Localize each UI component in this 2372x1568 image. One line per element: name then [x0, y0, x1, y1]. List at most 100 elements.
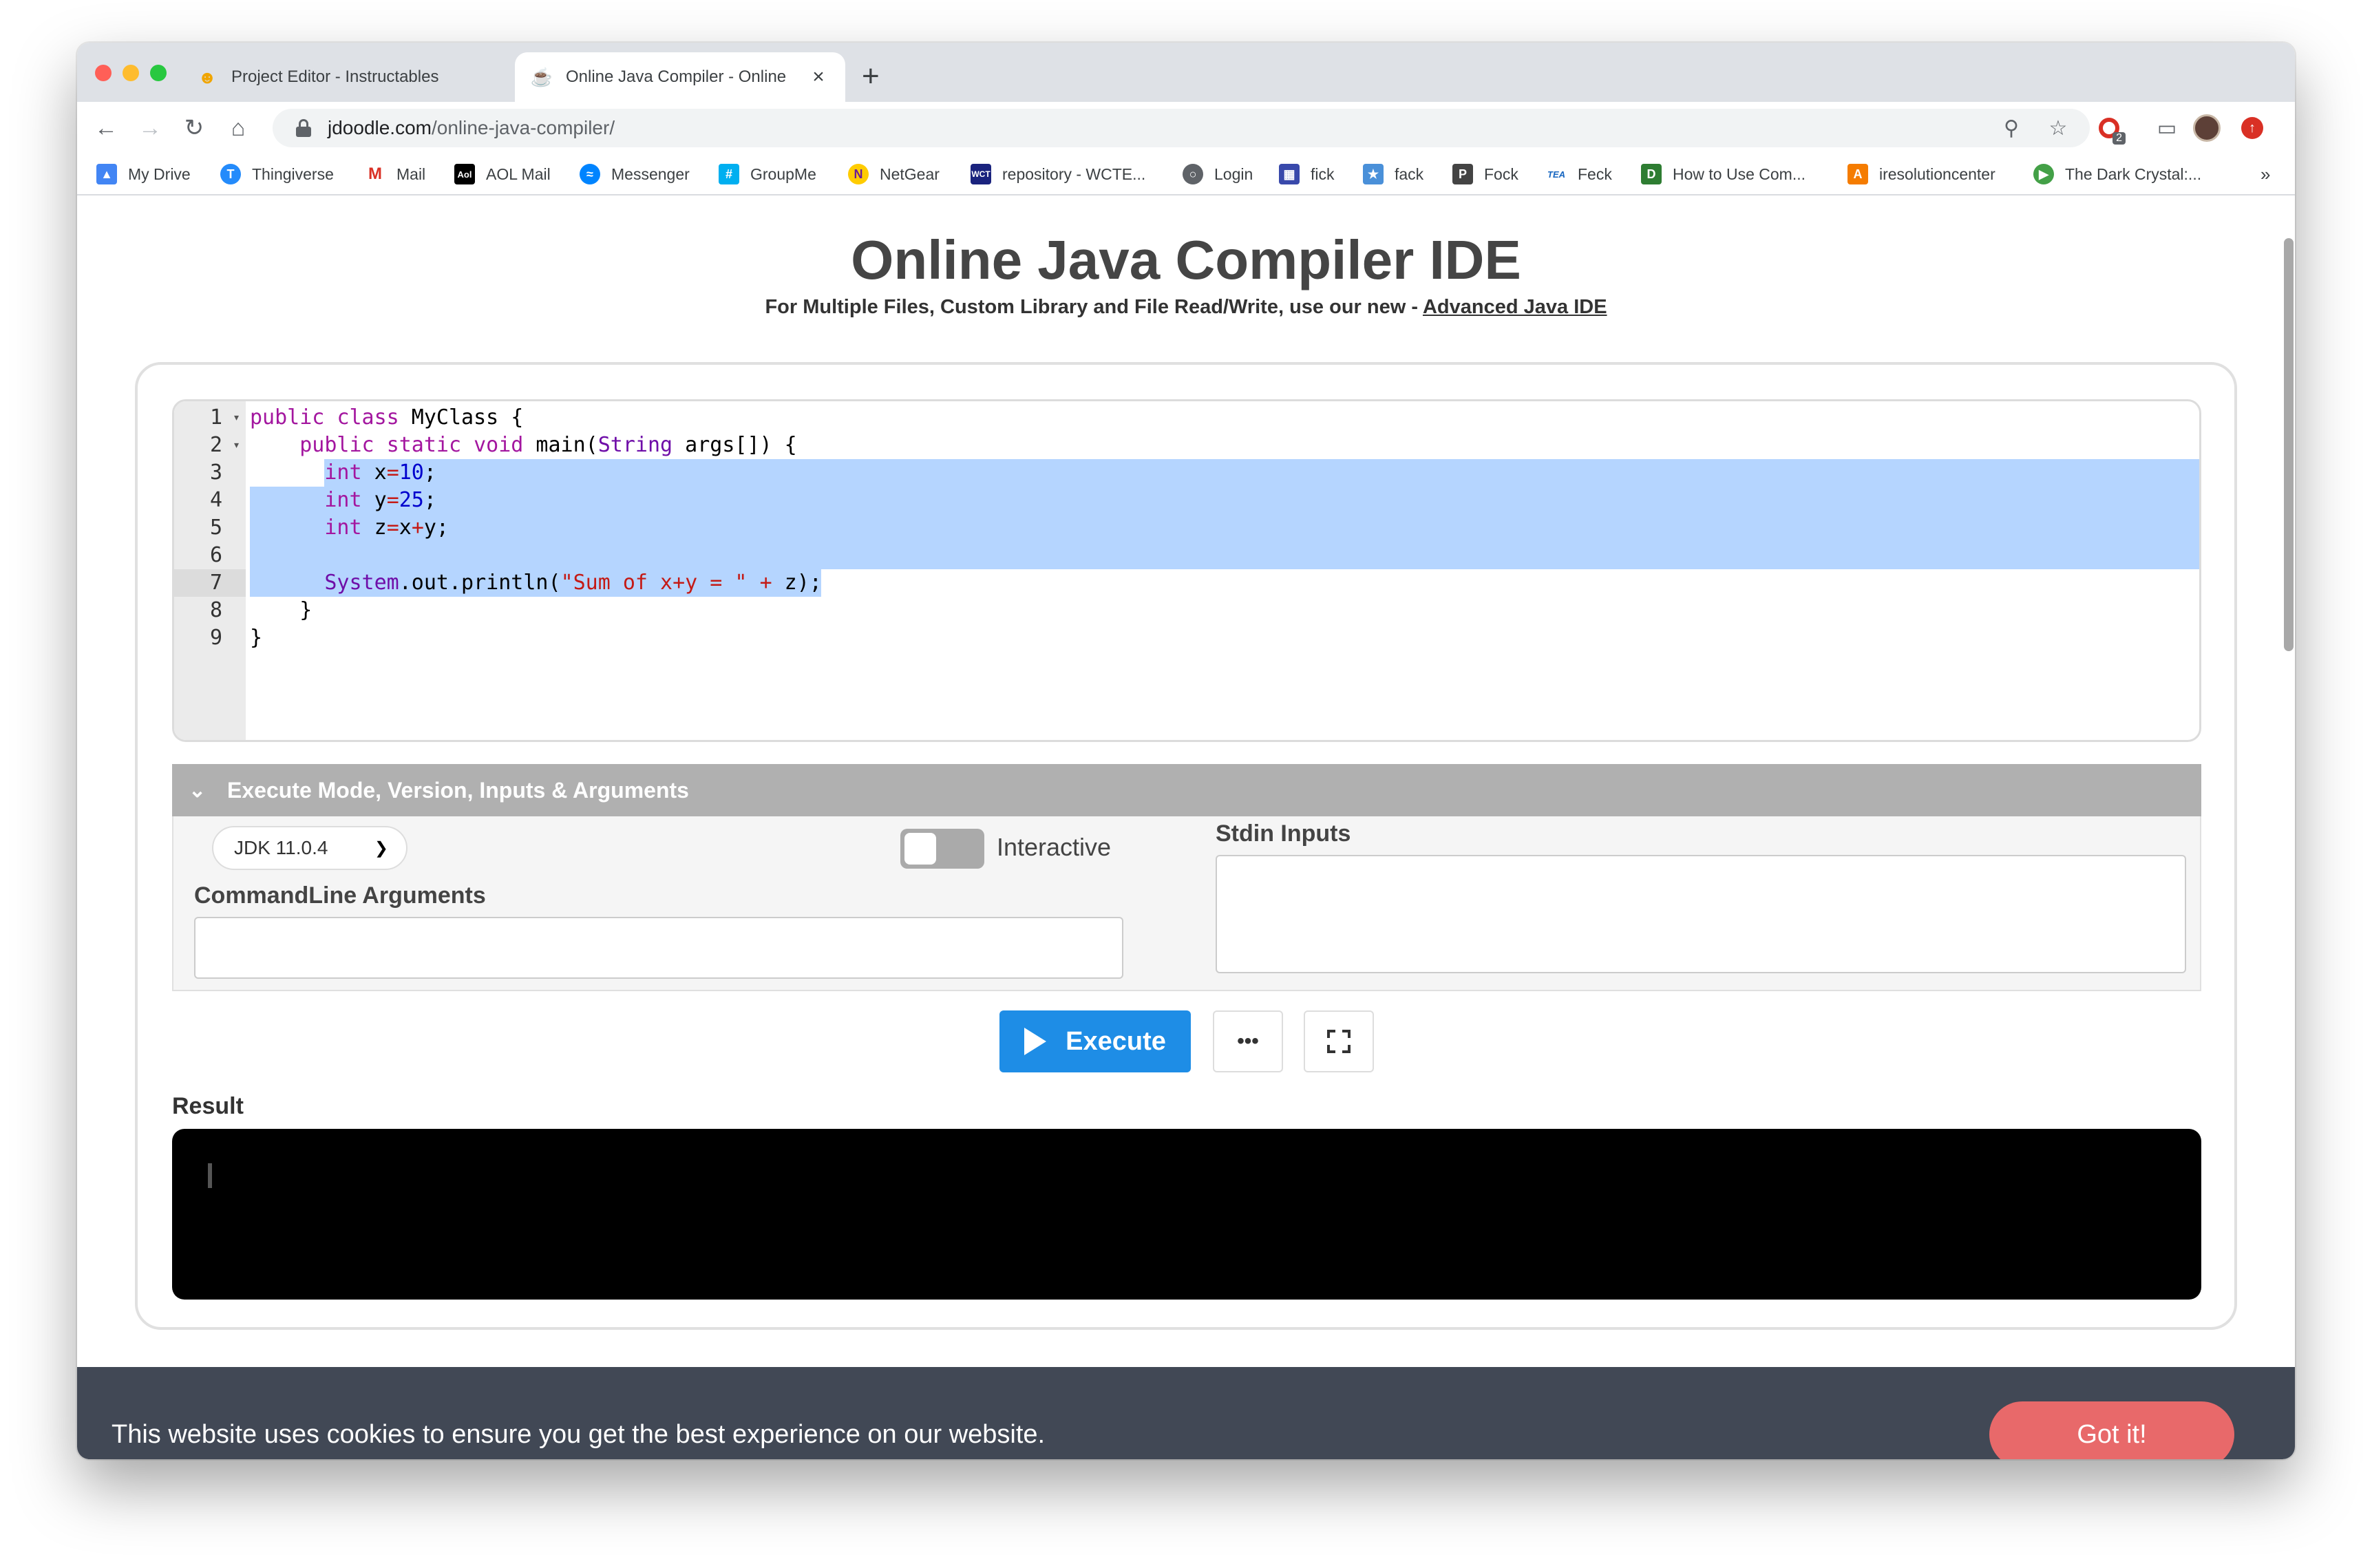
bookmarks-overflow-icon[interactable]: » — [2260, 164, 2270, 185]
cmdline-label: CommandLine Arguments — [194, 882, 486, 909]
jdoodle-cup-icon: ☕ — [530, 66, 553, 87]
bookmark-thingiverse[interactable]: T Thingiverse — [220, 164, 334, 184]
jdk-version-select[interactable]: JDK 11.0.4 ❯ — [212, 826, 407, 870]
zoom-icon[interactable]: ⚲ — [1998, 114, 2025, 142]
code-line: int z=x+y; — [324, 516, 449, 540]
tab-strip: ☻ Project Editor - Instructables × ☕ Onl… — [77, 43, 2295, 102]
play-icon: ▶ — [2033, 164, 2054, 184]
tab-title: Online Java Compiler - Online — [566, 67, 787, 86]
bookmark-label: Thingiverse — [252, 165, 334, 183]
fullscreen-button[interactable] — [1304, 1010, 1374, 1072]
tab-online-java-compiler[interactable]: ☕ Online Java Compiler - Online × — [515, 52, 845, 102]
line-number: 1 ▾ — [174, 404, 246, 432]
bookmark-mail[interactable]: M Mail — [365, 164, 425, 184]
bookmark-label: Feck — [1578, 165, 1612, 183]
bookmark-label: Messenger — [611, 165, 690, 183]
bookmark-dark-crystal[interactable]: ▶ The Dark Crystal:... — [2033, 164, 2201, 184]
bookmark-fock[interactable]: P Fock — [1452, 164, 1518, 184]
bookmark-label: repository - WCTE... — [1002, 165, 1146, 183]
bookmark-fack[interactable]: ★ fack — [1363, 164, 1423, 184]
address-bar[interactable]: jdoodle.com/online-java-compiler/ — [273, 109, 2090, 147]
execute-options-title: Execute Mode, Version, Inputs & Argument… — [227, 777, 689, 803]
bookmark-feck[interactable]: TEA Feck — [1546, 164, 1612, 184]
fullscreen-icon — [1327, 1030, 1351, 1053]
lock-icon — [296, 119, 311, 137]
bookmark-label: Mail — [396, 165, 426, 183]
code-line: public class MyClass { — [250, 405, 524, 430]
forward-icon[interactable]: → — [135, 113, 165, 143]
bookmark-login[interactable]: ○ Login — [1183, 164, 1253, 184]
bookmark-star-icon[interactable]: ☆ — [2044, 114, 2072, 142]
globe-icon: ○ — [1183, 164, 1203, 184]
selection-highlight — [250, 487, 2199, 569]
doc-icon: D — [1641, 164, 1662, 184]
page-content: Online Java Compiler IDE For Multiple Fi… — [77, 197, 2295, 1459]
subtitle-text: For Multiple Files, Custom Library and F… — [765, 296, 1423, 318]
bookmark-groupme[interactable]: # GroupMe — [719, 164, 816, 184]
new-tab-icon[interactable]: + — [862, 59, 880, 94]
bookmark-iresolutioncenter[interactable]: Airesolutioncenter — [1847, 164, 1995, 184]
bookmark-messenger[interactable]: ≈ Messenger — [580, 164, 690, 184]
bookmark-how-to-use[interactable]: D How to Use Com... — [1641, 164, 1806, 184]
selection-highlight — [324, 459, 2199, 487]
fold-arrow-icon[interactable]: ▾ — [233, 432, 240, 459]
code-editor[interactable]: 1 ▾ 2 ▾ 3 4 5 6 7 8 9 public class MyClass… — [172, 399, 2201, 742]
execute-button[interactable]: Execute — [999, 1010, 1191, 1072]
result-terminal[interactable] — [172, 1129, 2201, 1300]
home-icon[interactable]: ⌂ — [223, 113, 253, 143]
tea-icon: TEA — [1546, 164, 1567, 184]
extension-icon[interactable]: 2 — [2095, 114, 2126, 145]
cookie-message: This website uses cookies to ensure you … — [112, 1419, 1046, 1449]
result-label: Result — [172, 1093, 244, 1119]
wcte-icon: WCT — [971, 164, 991, 184]
bookmark-fick[interactable]: ▦ fick — [1279, 164, 1335, 184]
tab-title: Project Editor - Instructables — [231, 67, 439, 86]
execute-options-toggle[interactable]: ⌄ Execute Mode, Version, Inputs & Argume… — [172, 764, 2201, 816]
cmdline-input[interactable] — [194, 917, 1123, 979]
terminal-cursor — [208, 1163, 212, 1188]
avatar[interactable] — [2193, 114, 2221, 142]
address-path: /online-java-compiler/ — [431, 117, 615, 138]
interactive-toggle[interactable] — [900, 829, 984, 869]
line-number: 8 — [209, 598, 222, 622]
netgear-icon: N — [848, 164, 869, 184]
reload-icon[interactable]: ↻ — [179, 113, 209, 143]
code-line: int x=10; — [324, 460, 436, 485]
jdk-version-value: JDK 11.0.4 — [234, 837, 328, 858]
code-line: } — [250, 598, 313, 622]
more-options-button[interactable]: ••• — [1213, 1010, 1283, 1072]
bookmark-aol-mail[interactable]: Aol AOL Mail — [454, 164, 551, 184]
compiler-card: 1 ▾ 2 ▾ 3 4 5 6 7 8 9 public class MyClass… — [135, 362, 2237, 1330]
stdin-textarea[interactable] — [1216, 855, 2186, 973]
advanced-ide-link[interactable]: Advanced Java IDE — [1423, 296, 1607, 318]
bookmark-netgear[interactable]: N NetGear — [848, 164, 940, 184]
line-number: 2 ▾ — [174, 432, 246, 459]
close-window-button[interactable] — [95, 65, 112, 81]
line-number: 4 — [209, 488, 222, 512]
browser-toolbar: ← → ↻ ⌂ jdoodle.com/online-java-compiler… — [77, 102, 2295, 154]
code-line: } — [250, 626, 263, 650]
calendar-icon: ▦ — [1279, 164, 1300, 184]
bookmark-repository-wcte[interactable]: WCT repository - WCTE... — [971, 164, 1145, 184]
cookie-banner: This website uses cookies to ensure you … — [77, 1367, 2295, 1459]
zoom-window-button[interactable] — [150, 65, 167, 81]
update-alert-icon[interactable]: ↑ — [2238, 114, 2266, 142]
chevron-down-icon: ❯ — [374, 838, 388, 858]
bookmark-label: Fock — [1484, 165, 1518, 183]
bookmark-my-drive[interactable]: ▲ My Drive — [96, 164, 191, 184]
cookie-accept-button[interactable]: Got it! — [1989, 1401, 2234, 1459]
bookmark-label: fack — [1395, 165, 1424, 183]
p-icon: P — [1452, 164, 1473, 184]
minimize-window-button[interactable] — [123, 65, 139, 81]
close-tab-icon[interactable]: × — [808, 65, 829, 89]
back-icon[interactable]: ← — [91, 113, 121, 143]
bookmarks-bar: ▲ My Drive T Thingiverse M Mail Aol AOL Mail… — [77, 154, 2295, 195]
fold-arrow-icon[interactable]: ▾ — [233, 404, 240, 432]
play-icon — [1024, 1028, 1047, 1055]
bookmark-label: iresolutioncenter — [1879, 165, 1995, 183]
instructables-robot-icon: ☻ — [198, 66, 217, 87]
cast-icon[interactable]: ▭ — [2153, 114, 2181, 142]
page-subtitle: For Multiple Files, Custom Library and F… — [77, 296, 2295, 319]
a-icon: A — [1847, 164, 1868, 184]
